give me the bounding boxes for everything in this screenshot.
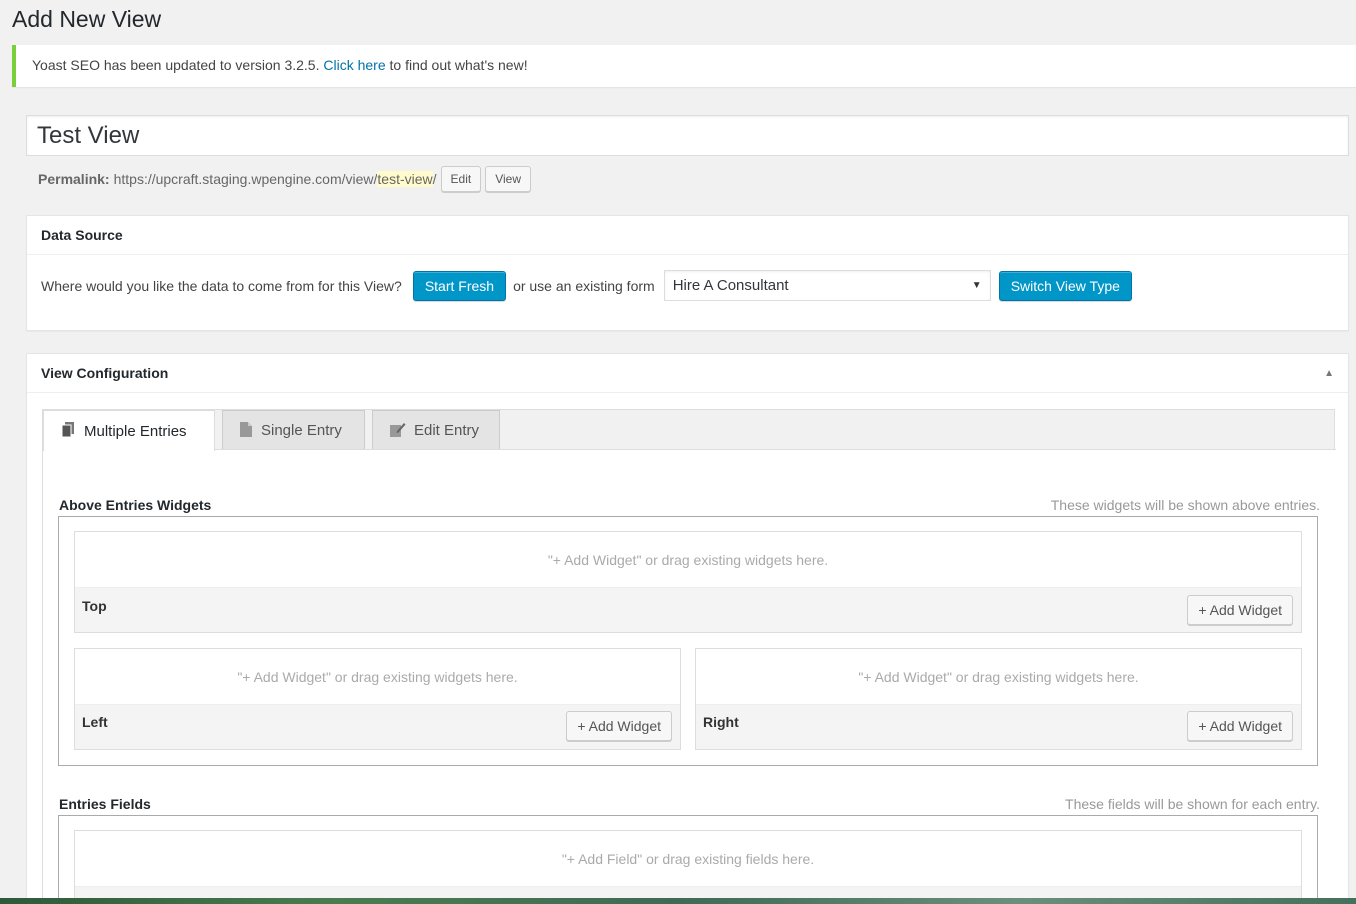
above-entries-description: These widgets will be shown above entrie…: [1050, 497, 1320, 513]
document-icon: [239, 421, 253, 441]
widget-drop-hint: "+ Add Widget" or drag existing widgets …: [75, 649, 680, 705]
title-input[interactable]: Test View: [26, 115, 1349, 156]
tab-label: Edit Entry: [414, 422, 480, 439]
or-existing-text: or use an existing form: [513, 277, 655, 294]
update-notice: Yoast SEO has been updated to version 3.…: [12, 45, 1356, 87]
view-configuration-box: View Configuration ▲ Multiple Entries Si…: [26, 353, 1349, 904]
tab-edit-entry[interactable]: Edit Entry: [372, 410, 500, 450]
tab-label: Multiple Entries: [84, 422, 187, 440]
zone-label-top: Top: [82, 598, 107, 614]
view-tabs: Multiple Entries Single Entry Edit Entry…: [42, 409, 1336, 904]
add-widget-button-left[interactable]: + Add Widget: [566, 711, 672, 741]
chevron-down-icon: ▼: [971, 280, 982, 291]
desktop-taskbar: [0, 898, 1356, 904]
start-fresh-button[interactable]: Start Fresh: [412, 270, 507, 301]
notice-text: Yoast SEO has been updated to version 3.…: [32, 57, 324, 73]
view-configuration-title: View Configuration: [27, 354, 1348, 393]
widget-drop-hint: "+ Add Widget" or drag existing widgets …: [696, 649, 1301, 705]
above-entries-area: "+ Add Widget" or drag existing widgets …: [58, 516, 1318, 766]
data-source-title: Data Source: [27, 216, 1348, 255]
collapse-arrow-icon[interactable]: ▲: [1324, 368, 1334, 379]
tab-multiple-entries[interactable]: Multiple Entries: [43, 410, 215, 451]
permalink-base[interactable]: https://upcraft.staging.wpengine.com/vie…: [114, 171, 378, 187]
permalink-slug[interactable]: test-view: [377, 171, 433, 187]
switch-view-type-button[interactable]: Switch View Type: [998, 270, 1132, 301]
permalink-tail: /: [432, 171, 437, 187]
entries-fields-area: "+ Add Field" or drag existing fields he…: [58, 815, 1318, 904]
tab-panel-multiple-entries: Above Entries Widgets These widgets will…: [43, 449, 1336, 904]
form-select[interactable]: Hire A Consultant ▼: [663, 270, 991, 301]
form-select-value: Hire A Consultant: [672, 277, 789, 294]
view-post-button[interactable]: View: [485, 166, 532, 192]
notice-link[interactable]: Click here: [323, 57, 385, 73]
permalink-row: Permalink: https://upcraft.staging.wpeng…: [38, 166, 532, 192]
page-title: Add New View: [12, 6, 162, 32]
field-drop-hint: "+ Add Field" or drag existing fields he…: [75, 831, 1301, 887]
edit-icon: [389, 421, 406, 441]
widget-zone-top[interactable]: "+ Add Widget" or drag existing widgets …: [74, 531, 1302, 633]
data-source-row: Where would you like the data to come fr…: [41, 270, 1132, 301]
tab-label: Single Entry: [261, 422, 342, 439]
field-zone[interactable]: "+ Add Field" or drag existing fields he…: [74, 830, 1302, 904]
data-source-question: Where would you like the data to come fr…: [41, 277, 402, 294]
data-source-box: Data Source Where would you like the dat…: [26, 215, 1349, 331]
documents-icon: [60, 421, 76, 441]
widget-drop-hint: "+ Add Widget" or drag existing widgets …: [75, 532, 1301, 588]
add-widget-button-top[interactable]: + Add Widget: [1187, 595, 1293, 625]
above-entries-heading: Above Entries Widgets: [59, 497, 212, 513]
zone-label-right: Right: [703, 714, 739, 730]
add-widget-button-right[interactable]: + Add Widget: [1187, 711, 1293, 741]
tab-single-entry[interactable]: Single Entry: [222, 410, 365, 450]
widget-zone-left[interactable]: "+ Add Widget" or drag existing widgets …: [74, 648, 681, 750]
zone-label-left: Left: [82, 714, 108, 730]
entries-fields-description: These fields will be shown for each entr…: [1065, 796, 1320, 812]
edit-permalink-button[interactable]: Edit: [440, 166, 482, 192]
entries-fields-heading: Entries Fields: [59, 796, 151, 812]
permalink-label: Permalink:: [38, 171, 110, 187]
notice-text-after: to find out what's new!: [385, 57, 528, 73]
widget-zone-right[interactable]: "+ Add Widget" or drag existing widgets …: [695, 648, 1302, 750]
